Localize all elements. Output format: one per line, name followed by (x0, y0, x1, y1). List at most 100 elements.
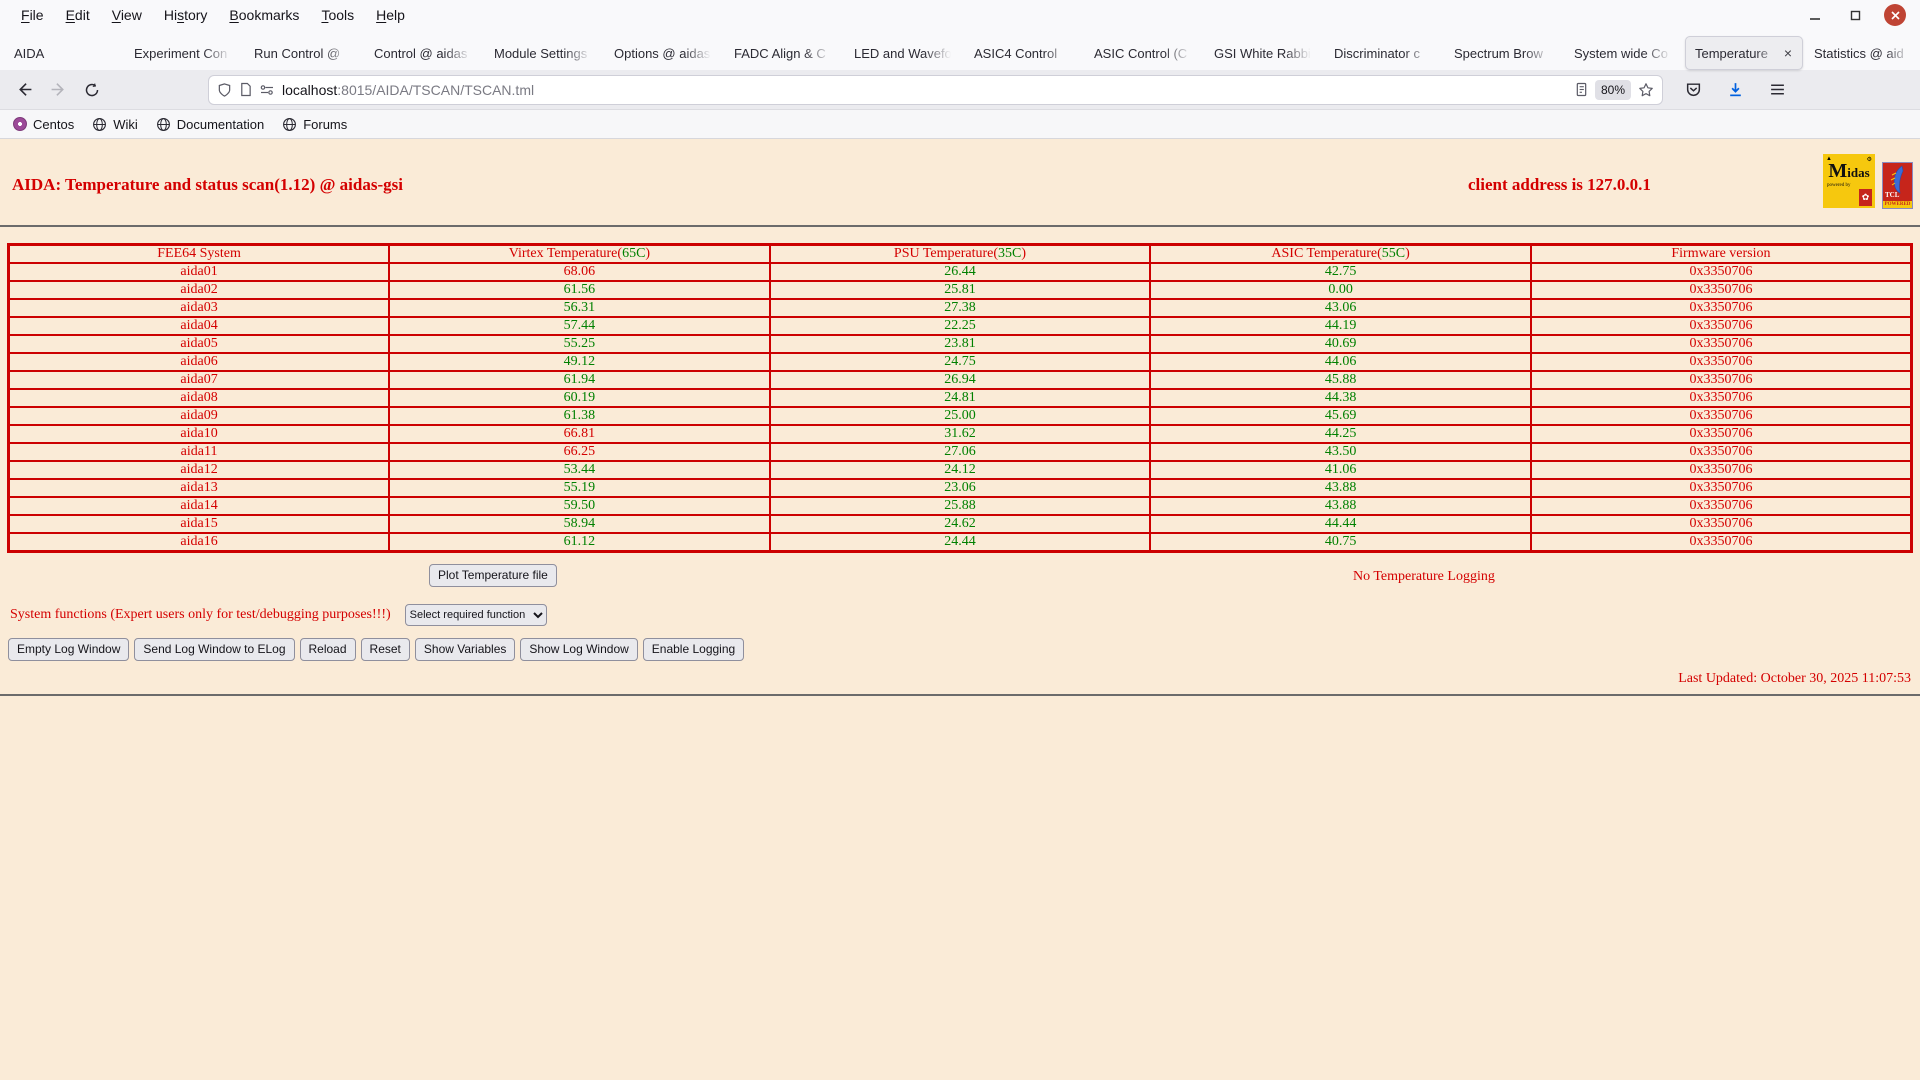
send-log-window-to-elog-button[interactable]: Send Log Window to ELog (134, 638, 295, 661)
psu-temperature-cell: 27.06 (768, 442, 1152, 462)
tab-control-aidas[interactable]: Control @ aidas (365, 36, 483, 70)
bookmark-forums[interactable]: Forums (282, 117, 347, 132)
bookmark-centos[interactable]: Centos (12, 117, 74, 132)
bookmark-star-icon[interactable] (1638, 82, 1654, 98)
tab-module-settings[interactable]: Module Settings (485, 36, 603, 70)
tab-label: Options @ aidas (614, 45, 711, 61)
tab-temperature[interactable]: Temperature × (1685, 36, 1803, 70)
centos-icon (12, 117, 27, 132)
asic-temperature-cell: 44.06 (1149, 352, 1532, 372)
column-header: FEE64 System (7, 243, 391, 264)
table-row: aida09 61.38 25.00 45.69 0x3350706 (7, 406, 1913, 426)
globe-icon (156, 117, 171, 132)
permissions-icon[interactable] (259, 83, 275, 97)
reload-button[interactable]: Reload (299, 638, 356, 661)
tab-asic-control-c[interactable]: ASIC Control (C (1085, 36, 1203, 70)
enable-logging-button[interactable]: Enable Logging (642, 638, 745, 661)
tcl-logo: TCL POWERED (1882, 162, 1913, 209)
table-row: aida07 61.94 26.94 45.88 0x3350706 (7, 370, 1913, 390)
site-info-document-icon[interactable] (239, 82, 252, 97)
asic-temperature-cell: 43.06 (1149, 298, 1532, 318)
tab-statistics-aid[interactable]: Statistics @ aid (1805, 36, 1920, 70)
tab-fadc-align-c[interactable]: FADC Align & C (725, 36, 843, 70)
header-text: FEE64 System (157, 246, 241, 261)
table-row: aida03 56.31 27.38 43.06 0x3350706 (7, 298, 1913, 318)
logging-status: No Temperature Logging (1353, 569, 1495, 584)
tab-label: AIDA (14, 45, 45, 61)
asic-temperature-cell: 43.50 (1149, 442, 1532, 462)
menu-help[interactable]: Help (365, 4, 416, 26)
pocket-icon[interactable] (1679, 76, 1707, 104)
tab-spectrum-brow[interactable]: Spectrum Brow (1445, 36, 1563, 70)
function-select[interactable]: Select required function (404, 604, 547, 626)
header-text: ASIC Temperature( (1271, 246, 1382, 261)
system-functions-row: System functions (Expert users only for … (10, 604, 1920, 626)
temperature-table-wrap: FEE64 System Virtex Temperature(65C) PSU T… (7, 243, 1913, 553)
download-icon[interactable] (1721, 76, 1749, 104)
menu-file[interactable]: File (10, 4, 55, 26)
tab-experiment-con[interactable]: Experiment Con (125, 36, 243, 70)
menu-tools[interactable]: Tools (310, 4, 365, 26)
virtex-temperature-cell: 66.25 (388, 442, 771, 462)
bookmark-label: Forums (303, 116, 348, 132)
tab-discriminator-c[interactable]: Discriminator c (1325, 36, 1443, 70)
tab-label: ASIC4 Control (974, 45, 1058, 61)
asic-temperature-cell: 44.25 (1149, 424, 1532, 444)
tab-options-aidas[interactable]: Options @ aidas (605, 36, 723, 70)
url-bar[interactable]: localhost:8015/AIDA/TSCAN/TSCAN.tml 80% (208, 74, 1663, 105)
fee64-system-cell: aida05 (7, 334, 391, 354)
maximize-icon[interactable] (1844, 4, 1866, 26)
centos-logo-icon (12, 117, 27, 131)
show-log-window-button[interactable]: Show Log Window (520, 638, 638, 661)
virtex-temperature-cell: 59.50 (388, 496, 771, 516)
menu-icon[interactable] (1763, 76, 1791, 104)
tab-label: Module Settings (494, 45, 588, 61)
tab-label: Statistics @ aid (1814, 45, 1904, 61)
psu-temperature-cell: 24.81 (768, 388, 1152, 408)
navigation-toolbar: localhost:8015/AIDA/TSCAN/TSCAN.tml 80% (0, 70, 1920, 110)
bookmark-documentation[interactable]: Documentation (156, 117, 264, 132)
tab-asic4-control[interactable]: ASIC4 Control (965, 36, 1083, 70)
psu-temperature-cell: 26.94 (768, 370, 1152, 390)
shield-icon[interactable] (217, 82, 232, 98)
close-icon[interactable] (1884, 4, 1906, 26)
empty-log-window-button[interactable]: Empty Log Window (8, 638, 130, 661)
asic-temperature-cell: 44.19 (1149, 316, 1532, 336)
temperature-table: FEE64 System Virtex Temperature(65C) PSU T… (7, 243, 1913, 553)
plot-temperature-button[interactable]: Plot Temperature file (429, 564, 557, 587)
zoom-level-badge[interactable]: 80% (1594, 79, 1631, 100)
url-text[interactable]: localhost:8015/AIDA/TSCAN/TSCAN.tml (282, 82, 1568, 98)
reload-icon[interactable] (78, 76, 106, 104)
show-variables-button[interactable]: Show Variables (414, 638, 516, 661)
menu-bookmarks[interactable]: Bookmarks (218, 4, 310, 26)
asic-temperature-cell: 44.38 (1149, 388, 1532, 408)
fee64-system-cell: aida07 (7, 370, 391, 390)
tab-label: LED and Wavefo (854, 45, 952, 61)
reader-mode-icon[interactable] (1575, 82, 1588, 97)
tab-system-wide-co[interactable]: System wide Co (1565, 36, 1683, 70)
menu-view[interactable]: View (101, 4, 153, 26)
column-header: Virtex Temperature(65C) (388, 243, 771, 264)
tab-run-control-[interactable]: Run Control @ (245, 36, 363, 70)
minimize-icon[interactable] (1804, 4, 1826, 26)
asic-temperature-cell: 45.88 (1149, 370, 1532, 390)
tab-led-and-wavefo[interactable]: LED and Wavefo (845, 36, 963, 70)
menu-edit[interactable]: Edit (55, 4, 101, 26)
reset-button[interactable]: Reset (360, 638, 410, 661)
client-address: client address is 127.0.0.1 (1468, 175, 1651, 194)
tab-gsi-white-rabbi[interactable]: GSI White Rabbi (1205, 36, 1323, 70)
bookmark-wiki[interactable]: Wiki (92, 117, 138, 132)
back-icon[interactable] (10, 76, 38, 104)
tab-aida[interactable]: AIDA (5, 36, 123, 70)
forward-icon[interactable] (44, 76, 72, 104)
menu-history[interactable]: History (153, 4, 219, 26)
psu-temperature-cell: 24.12 (768, 460, 1152, 480)
header-threshold: 65C (622, 246, 646, 261)
firmware-version-cell: 0x3350706 (1529, 298, 1913, 318)
tab-close-icon[interactable]: × (1783, 45, 1793, 61)
header-text: Firmware version (1671, 246, 1771, 261)
action-buttons-row: Empty Log Window Send Log Window to ELog R… (8, 638, 1920, 661)
bookmark-label: Documentation (176, 116, 265, 132)
tab-label: System wide Co (1574, 45, 1668, 61)
url-path: :8015/AIDA/TSCAN/TSCAN.tml (337, 81, 535, 98)
